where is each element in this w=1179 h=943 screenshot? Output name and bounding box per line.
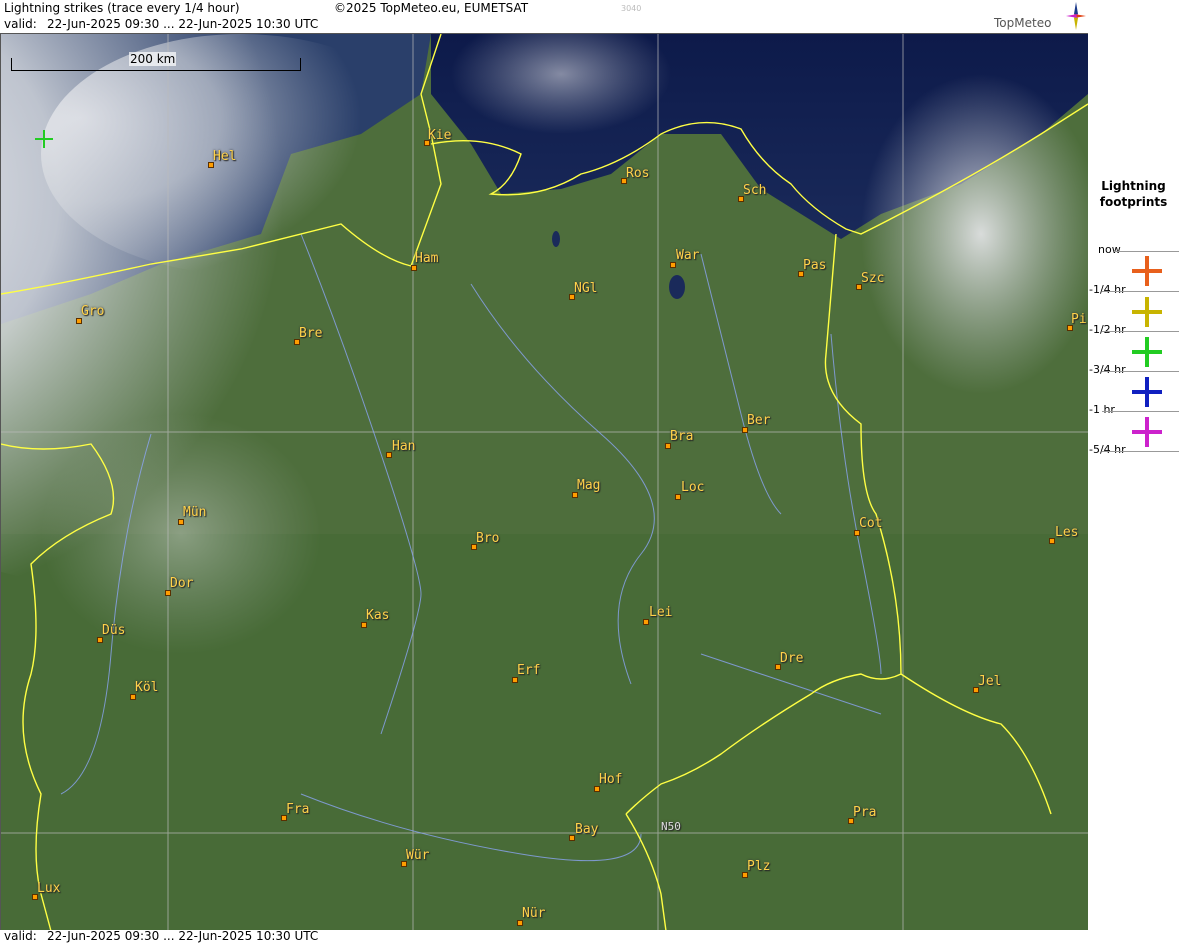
gridline-label: N50 (661, 820, 681, 833)
legend-divider (1102, 331, 1179, 332)
city-label: Bra (670, 429, 694, 444)
city-label: Dre (780, 651, 804, 666)
compass-logo-icon (1066, 2, 1086, 30)
legend-divider (1102, 291, 1179, 292)
city-label: Köl (135, 680, 159, 695)
city-label: Les (1055, 525, 1079, 540)
city-label: Plz (747, 859, 771, 874)
city-label: NGl (574, 281, 598, 296)
legend-label-half: -1/2 hr (1089, 323, 1126, 336)
topmeteo-logo-text[interactable]: TopMeteo (994, 16, 1051, 30)
legend-title: Lightning footprints (1088, 178, 1179, 210)
city-label: Dor (170, 576, 194, 591)
city-label: Hel (213, 149, 237, 164)
city-label: Sch (743, 183, 767, 198)
city-label: Erf (517, 663, 541, 678)
city-label: Wür (406, 848, 430, 863)
city-label: Nür (522, 906, 546, 921)
legend-title-line2: footprints (1099, 195, 1168, 209)
copyright-text: ©2025 TopMeteo.eu, EUMETSAT (334, 1, 529, 15)
map-title: Lightning strikes (trace every 1/4 hour) (4, 1, 240, 15)
cross-icon-hour (1132, 417, 1162, 447)
city-label: Bre (299, 326, 323, 341)
city-label: Bay (575, 822, 599, 837)
legend-divider (1102, 451, 1179, 452)
cross-icon-half (1132, 337, 1162, 367)
legend-label-now: now (1098, 243, 1121, 256)
city-label: Lux (37, 881, 61, 896)
city-label: Bro (476, 531, 500, 546)
city-label: Kas (366, 608, 390, 623)
city-label: Jel (978, 674, 1002, 689)
legend-label-hour: -1 hr (1089, 403, 1115, 416)
city-label: Gro (81, 304, 105, 319)
city-label: Ber (747, 413, 771, 428)
city-label: Kie (428, 128, 452, 143)
footer-valid-label: valid: (4, 929, 37, 943)
legend-divider (1102, 371, 1179, 372)
city-label: Pas (803, 258, 827, 273)
legend-divider (1114, 251, 1179, 252)
legend-divider (1102, 411, 1179, 412)
city-label: Fra (286, 802, 310, 817)
city-label: Lei (649, 605, 673, 620)
city-label: Han (392, 439, 416, 454)
map-code: 3040 (621, 4, 642, 13)
legend-label-three-quarter: -3/4 hr (1089, 363, 1126, 376)
city-label: Loc (681, 480, 705, 495)
legend-label-quarter: -1/4 hr (1089, 283, 1126, 296)
satellite-map[interactable]: 200 km N50 Kie Hel Ros Sch Ham War Pas S… (0, 33, 1089, 932)
city-label: Ham (415, 251, 439, 266)
city-label: Mag (577, 478, 601, 493)
city-label: Hof (599, 772, 623, 787)
city-label: Pra (853, 805, 877, 820)
footer-bar: valid: 22-Jun-2025 09:30 ... 22-Jun-2025… (0, 929, 1088, 943)
legend-panel: Lightning footprints now -1/4 hr -1/2 hr… (1088, 0, 1179, 943)
valid-range: 22-Jun-2025 09:30 ... 22-Jun-2025 10:30 … (47, 17, 319, 31)
legend-title-line1: Lightning (1101, 179, 1166, 193)
city-label: Pi (1071, 312, 1087, 327)
footer-valid-range: 22-Jun-2025 09:30 ... 22-Jun-2025 10:30 … (47, 929, 319, 943)
valid-label: valid: (4, 17, 37, 31)
city-label: Szc (861, 271, 885, 286)
city-label: Düs (102, 623, 126, 638)
city-label: Cot (859, 516, 883, 531)
city-label: Ros (626, 166, 650, 181)
header-bar: Lightning strikes (trace every 1/4 hour)… (0, 0, 1088, 33)
scale-label: 200 km (129, 52, 177, 66)
legend-label-five-quarter: -5/4 hr (1089, 443, 1126, 456)
cross-icon-quarter (1132, 297, 1162, 327)
city-label: Mün (183, 505, 207, 520)
map-canvas (1, 34, 1088, 931)
cross-icon-now (1132, 256, 1162, 286)
cross-icon-three-quarter (1132, 377, 1162, 407)
city-label: War (676, 248, 700, 263)
